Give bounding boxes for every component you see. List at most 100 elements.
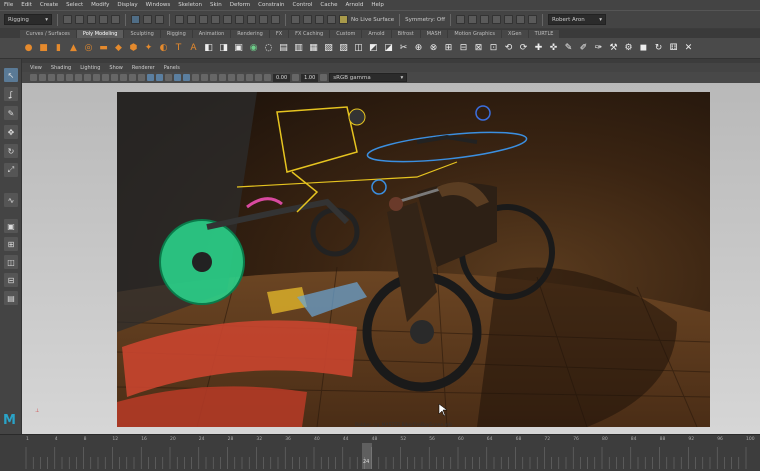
average-vertices-icon[interactable]: ✚ [532, 42, 545, 55]
combine-icon[interactable]: ◧ [202, 42, 215, 55]
fill-hole-icon[interactable]: ▧ [322, 42, 335, 55]
mask-icon[interactable] [223, 15, 232, 24]
menu-control[interactable]: Control [293, 2, 313, 8]
two-view-side-icon[interactable]: ◫ [4, 255, 18, 269]
bevel-icon[interactable]: ◩ [367, 42, 380, 55]
camera-attributes-icon[interactable] [39, 74, 46, 81]
render-icon[interactable] [492, 15, 502, 24]
sew-uvs-icon[interactable]: ✑ [592, 42, 605, 55]
slide-edge-icon[interactable]: ⊡ [487, 42, 500, 55]
mask-icon[interactable] [199, 15, 208, 24]
gate-mask-icon[interactable] [111, 74, 118, 81]
render-icon[interactable] [504, 15, 514, 24]
connect-icon[interactable]: ⊗ [427, 42, 440, 55]
mirror-icon[interactable]: ▣ [232, 42, 245, 55]
smooth-shade-icon[interactable] [156, 74, 163, 81]
menu-edit[interactable]: Edit [21, 2, 32, 8]
single-perspective-icon[interactable]: ▣ [4, 219, 18, 233]
ambient-occlusion-icon[interactable] [201, 74, 208, 81]
isolate-select-icon[interactable] [237, 74, 244, 81]
resolution-gate-icon[interactable] [102, 74, 109, 81]
snap-grid-icon[interactable] [291, 15, 300, 24]
super-shape-icon[interactable]: ✦ [142, 42, 155, 55]
redo-icon[interactable] [111, 15, 120, 24]
mask-icon[interactable] [187, 15, 196, 24]
panel-menu-view[interactable]: View [30, 65, 42, 71]
append-icon[interactable]: ◪ [382, 42, 395, 55]
panel-menu-show[interactable]: Show [109, 65, 123, 71]
platonic-solid-icon[interactable]: ⬢ [127, 42, 140, 55]
move-tool-icon[interactable]: ✥ [4, 125, 18, 139]
outliner-layout-icon[interactable]: ▤ [4, 291, 18, 305]
gamma-icon[interactable] [292, 74, 300, 81]
poly-cone-icon[interactable]: ▲ [67, 42, 80, 55]
quad-draw-icon[interactable]: ⊞ [442, 42, 455, 55]
rotate-tool-icon[interactable]: ↻ [4, 144, 18, 158]
menu-set-dropdown[interactable]: Rigging ▾ [4, 14, 52, 25]
offset-loop-icon[interactable]: ⊠ [472, 42, 485, 55]
separate-icon[interactable]: ◨ [217, 42, 230, 55]
panel-menu-shading[interactable]: Shading [51, 65, 71, 71]
tab-poly-modeling[interactable]: Poly Modeling [76, 30, 124, 38]
poly-sphere-icon[interactable]: ● [22, 42, 35, 55]
motion-blur-icon[interactable] [210, 74, 217, 81]
tab-mash[interactable]: MASH [420, 30, 448, 38]
poly-cube-icon[interactable]: ■ [37, 42, 50, 55]
select-object-icon[interactable] [143, 15, 152, 24]
tab-fx-caching[interactable]: FX Caching [289, 30, 330, 38]
four-view-icon[interactable]: ⊞ [4, 237, 18, 251]
remesh-icon[interactable]: ▥ [292, 42, 305, 55]
tab-turtle[interactable]: TURTLE [528, 30, 560, 38]
2d-pan-icon[interactable] [66, 74, 73, 81]
tab-custom[interactable]: Custom [330, 30, 362, 38]
tab-arnold[interactable]: Arnold [362, 30, 391, 38]
lights-icon[interactable] [183, 74, 190, 81]
safe-title-icon[interactable] [138, 74, 145, 81]
menu-select[interactable]: Select [66, 2, 83, 8]
current-frame-marker[interactable] [362, 443, 372, 469]
select-tool-icon[interactable]: ↖ [4, 68, 18, 82]
snap-curve-icon[interactable] [303, 15, 312, 24]
crossed-tools-icon[interactable]: ✕ [682, 42, 695, 55]
image-plane-icon[interactable] [57, 74, 64, 81]
menu-skeleton[interactable]: Skeleton [178, 2, 202, 8]
tab-fx[interactable]: FX [269, 30, 289, 38]
snap-surface-icon[interactable] [327, 15, 336, 24]
mask-icon[interactable] [211, 15, 220, 24]
lasso-tool-icon[interactable]: ʆ [4, 87, 18, 101]
shadows-icon[interactable] [192, 74, 199, 81]
render-icon[interactable] [516, 15, 526, 24]
dice-icon[interactable]: ⚅ [667, 42, 680, 55]
tab-animation[interactable]: Animation [192, 30, 231, 38]
chamfer-icon[interactable]: ✜ [547, 42, 560, 55]
render-icon[interactable] [456, 15, 466, 24]
make-live-icon[interactable] [339, 15, 348, 24]
color-management-icon[interactable] [320, 74, 328, 81]
cube-tool-icon[interactable]: ◼ [637, 42, 650, 55]
poly-cylinder-icon[interactable]: ▮ [52, 42, 65, 55]
mask-icon[interactable] [259, 15, 268, 24]
menu-deform[interactable]: Deform [230, 2, 250, 8]
menu-display[interactable]: Display [117, 2, 137, 8]
symmetry-label[interactable]: Symmetry: Off [405, 17, 445, 23]
svg-icon[interactable]: A [187, 42, 200, 55]
symmetrize-icon[interactable]: ⟳ [517, 42, 530, 55]
wireframe-icon[interactable] [147, 74, 154, 81]
soft-select-icon[interactable]: ∿ [4, 193, 18, 207]
snap-point-icon[interactable] [315, 15, 324, 24]
render-icon[interactable] [480, 15, 490, 24]
poly-torus-icon[interactable]: ◎ [82, 42, 95, 55]
menu-file[interactable]: File [4, 2, 13, 8]
edge-loop-icon[interactable]: ⊟ [457, 42, 470, 55]
menu-help[interactable]: Help [371, 2, 384, 8]
viewport[interactable] [22, 83, 760, 434]
sculpt-icon[interactable]: ✎ [562, 42, 575, 55]
poly-disc-icon[interactable]: ◆ [112, 42, 125, 55]
render-icon[interactable] [528, 15, 538, 24]
select-component-icon[interactable] [155, 15, 164, 24]
boolean-icon[interactable]: ◉ [247, 42, 260, 55]
xray-icon[interactable] [246, 74, 253, 81]
tab-bifrost[interactable]: Bifrost [391, 30, 420, 38]
exposure-icon[interactable] [264, 74, 271, 81]
poly-plane-icon[interactable]: ▬ [97, 42, 110, 55]
